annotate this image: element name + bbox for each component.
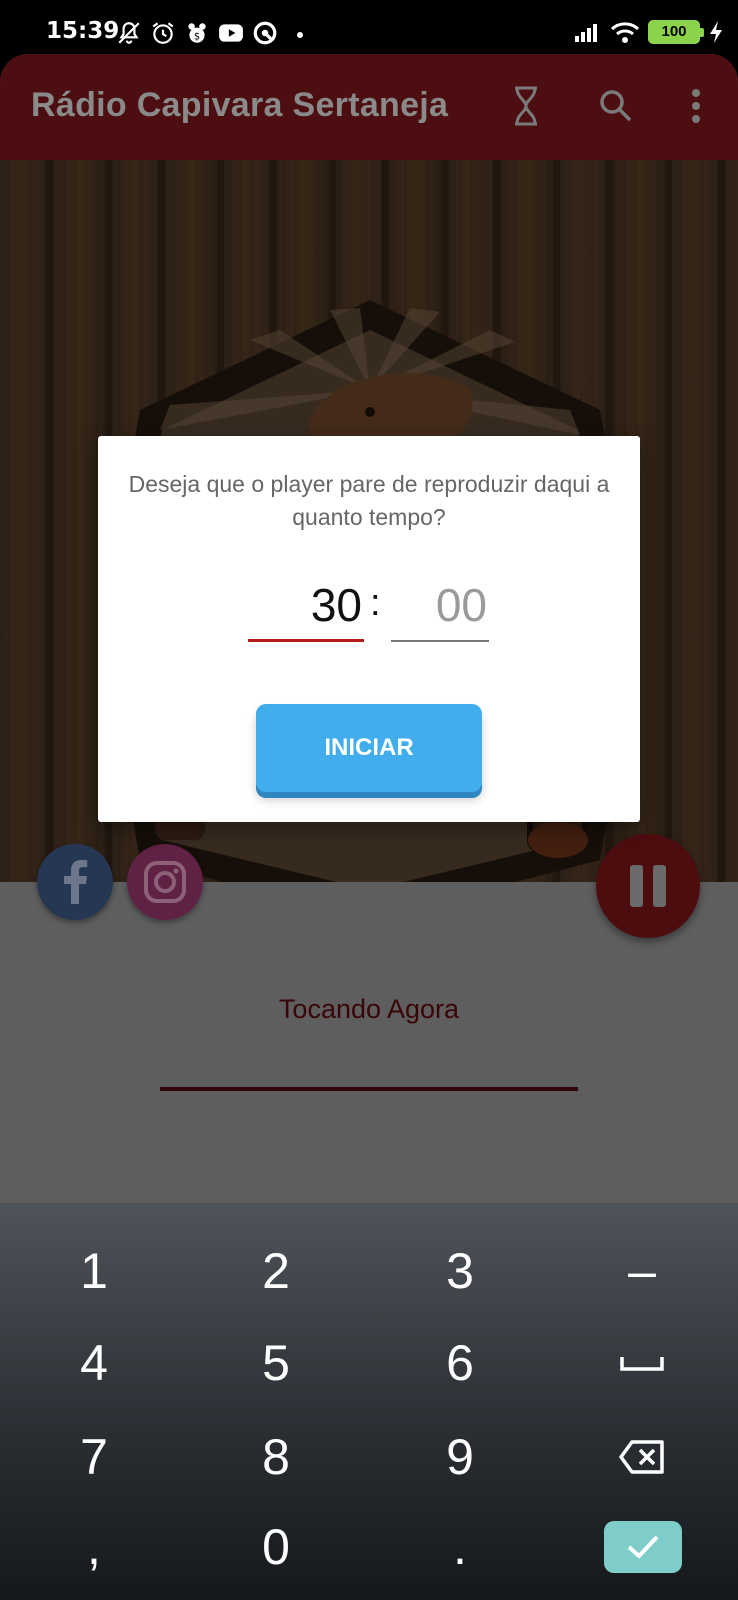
- space-bar-icon: [620, 1357, 664, 1371]
- app-title: Rádio Capivara Sertaneja: [31, 86, 449, 124]
- key-1[interactable]: 1: [14, 1227, 174, 1315]
- search-icon: [600, 90, 632, 122]
- key-dash[interactable]: –: [562, 1227, 722, 1315]
- overflow-menu-button[interactable]: [674, 84, 718, 128]
- key-3[interactable]: 3: [380, 1227, 540, 1315]
- instagram-icon: [144, 861, 186, 903]
- key-2[interactable]: 2: [196, 1227, 356, 1315]
- now-playing-label: Tocando Agora: [278, 994, 460, 1024]
- alarm-icon: [152, 22, 174, 44]
- status-time: 15:39: [46, 18, 120, 44]
- sleep-timer-button[interactable]: [504, 84, 548, 128]
- key-0[interactable]: 0: [196, 1503, 356, 1591]
- status-system-icons: 100: [574, 20, 724, 44]
- key-4[interactable]: 4: [14, 1319, 174, 1407]
- start-button[interactable]: INICIAR: [256, 704, 482, 792]
- key-8[interactable]: 8: [196, 1413, 356, 1501]
- app-toolbar: Rádio Capivara Sertaneja: [0, 54, 738, 160]
- key-5[interactable]: 5: [196, 1319, 356, 1407]
- key-comma[interactable]: ,: [14, 1503, 174, 1591]
- sleep-timer-dialog: Deseja que o player pare de reproduzir d…: [98, 436, 640, 822]
- pause-icon: [630, 865, 666, 907]
- time-separator: :: [370, 582, 381, 624]
- backspace-icon: [619, 1440, 664, 1474]
- svg-text:$: $: [194, 32, 200, 43]
- now-playing-divider: [160, 1087, 578, 1091]
- dialog-message: Deseja que o player pare de reproduzir d…: [128, 471, 610, 530]
- numeric-keyboard: 1 2 3 – 4 5 6 7 8 9 , 0 .: [0, 1203, 738, 1600]
- search-button[interactable]: [594, 84, 638, 128]
- key-space[interactable]: [562, 1319, 722, 1407]
- done-key[interactable]: [604, 1521, 682, 1573]
- key-backspace[interactable]: [562, 1413, 722, 1501]
- instagram-button[interactable]: [127, 844, 203, 920]
- status-notification-icons: $: [116, 20, 278, 46]
- bell-off-icon: [118, 22, 140, 44]
- key-7[interactable]: 7: [14, 1413, 174, 1501]
- key-6[interactable]: 6: [380, 1319, 540, 1407]
- key-period[interactable]: .: [380, 1503, 540, 1591]
- minutes-field[interactable]: 30: [248, 578, 364, 642]
- signal-icon: [575, 24, 597, 42]
- facebook-icon: [64, 860, 88, 904]
- more-notifications-dot: [297, 32, 303, 38]
- app-notification-icon: $: [188, 23, 206, 43]
- key-9[interactable]: 9: [380, 1413, 540, 1501]
- checkmark-icon: [627, 1535, 659, 1559]
- battery-indicator: 100: [648, 20, 704, 44]
- facebook-button[interactable]: [37, 844, 113, 920]
- pause-button[interactable]: [596, 834, 700, 938]
- wifi-icon: [610, 22, 640, 43]
- vpn-icon: [253, 21, 277, 45]
- seconds-field[interactable]: 00: [391, 578, 489, 642]
- more-vert-icon: [692, 89, 700, 123]
- charging-icon: [710, 21, 722, 43]
- hourglass-icon: [515, 86, 537, 126]
- youtube-icon: [219, 24, 243, 42]
